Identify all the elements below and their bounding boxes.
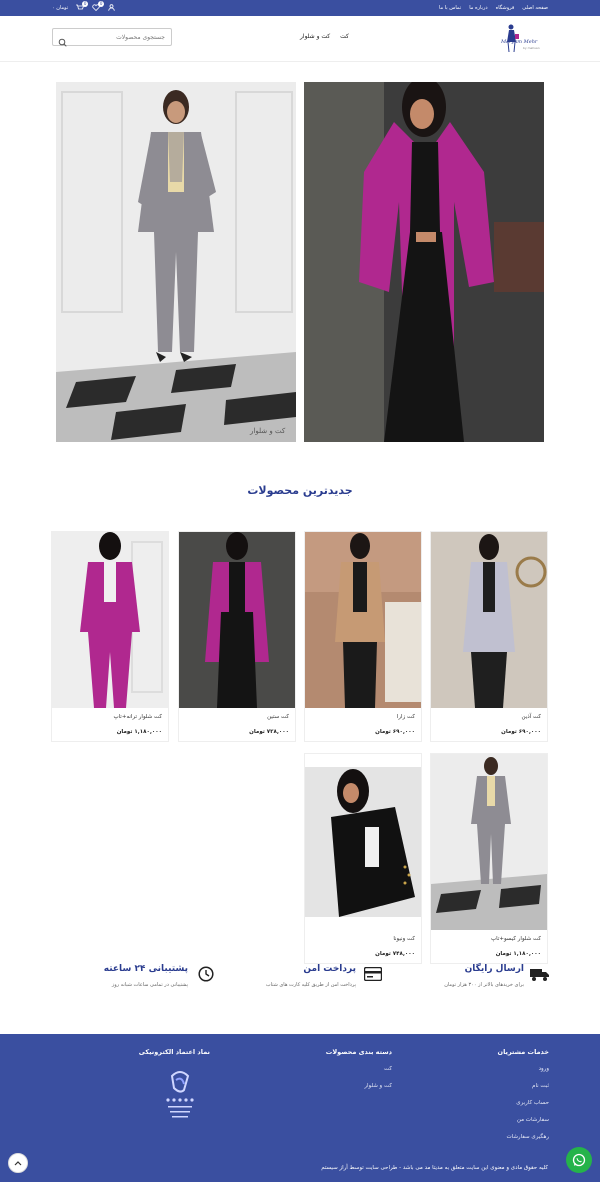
nav-coat[interactable]: کت bbox=[340, 33, 349, 40]
product-card[interactable]: کت آذین ۶۹۰,۰۰۰ تومان bbox=[430, 531, 548, 742]
feature-free-shipping: ارسال رایگان برای خریدهای بالاتر از ۳۰۰ … bbox=[380, 962, 550, 998]
product-name[interactable]: کت آذین bbox=[431, 708, 547, 726]
site-header: کت کت و شلوار Maryam Mehr by mahsan bbox=[0, 16, 600, 62]
logo-subtext: by mahsan bbox=[523, 46, 540, 50]
product-name[interactable]: کت ستین bbox=[179, 708, 295, 726]
feature-secure-payment: پرداخت امن پرداخت امن از طریق کلیه کارت … bbox=[212, 962, 383, 998]
product-price: ۷۲۸,۰۰۰ تومان bbox=[249, 729, 289, 735]
cart-amount[interactable]: ۰ تومان bbox=[52, 5, 68, 11]
footer-heading: خدمات مشتریان bbox=[497, 1048, 549, 1056]
banner-suit-image bbox=[56, 82, 296, 442]
search-icon[interactable] bbox=[58, 32, 67, 51]
product-price: ۱,۱۸۰,۰۰۰ تومان bbox=[116, 729, 162, 735]
feature-title: پشتیبانی ۲۴ ساعته bbox=[103, 964, 188, 974]
feature-title: پرداخت امن bbox=[303, 964, 356, 974]
product-card[interactable]: کت شلوار ترانه+تاپ ۱,۱۸۰,۰۰۰ تومان bbox=[51, 531, 169, 742]
clock-icon bbox=[198, 966, 214, 986]
banner-coat-image bbox=[304, 82, 544, 442]
product-price: ۶۹۰,۰۰۰ تومان bbox=[501, 729, 541, 735]
wishlist-count-badge: 0 bbox=[98, 0, 105, 7]
nav-suit[interactable]: کت و شلوار bbox=[300, 33, 330, 40]
feature-title: ارسال رایگان bbox=[464, 964, 524, 974]
footer-customer-services: خدمات مشتریان ورود ثبت نام حساب کاربری س… bbox=[498, 1048, 549, 1151]
product-price: ۱,۱۸۰,۰۰۰ تومان bbox=[495, 951, 541, 957]
footer-link-orders[interactable]: سفارشات من bbox=[498, 1117, 549, 1123]
product-card[interactable]: کت ستین ۷۲۸,۰۰۰ تومان bbox=[178, 531, 296, 742]
banner-suit-caption: کت و شلوار bbox=[250, 427, 286, 435]
product-image[interactable] bbox=[305, 532, 421, 708]
search-box[interactable] bbox=[52, 28, 172, 47]
topnav-shop[interactable]: فروشگاه bbox=[496, 5, 515, 11]
footer-link-suit[interactable]: کت و شلوار bbox=[326, 1083, 392, 1089]
site-footer: خدمات مشتریان ورود ثبت نام حساب کاربری س… bbox=[0, 1034, 600, 1182]
copyright-text: کلیه حقوق مادی و معنوی این سایت متعلق به… bbox=[321, 1165, 548, 1171]
product-name[interactable]: کت شلوار کیسو+تاپ bbox=[431, 930, 547, 948]
chevron-up-icon bbox=[14, 1161, 22, 1166]
footer-heading: نماد اعتماد الکترونیکی bbox=[138, 1048, 210, 1056]
footer-link-account[interactable]: حساب کاربری bbox=[498, 1100, 549, 1106]
cart-icon[interactable]: 0 bbox=[76, 0, 89, 13]
topnav-about[interactable]: درباره ما bbox=[469, 5, 487, 11]
product-image[interactable] bbox=[179, 532, 295, 708]
product-name[interactable]: کت شلوار ترانه+تاپ bbox=[52, 708, 168, 726]
product-name[interactable]: کت ونیونا bbox=[305, 930, 421, 948]
product-image[interactable] bbox=[52, 532, 168, 708]
scroll-top-button[interactable] bbox=[8, 1153, 28, 1173]
enamad-trust-badge[interactable] bbox=[160, 1066, 200, 1126]
footer-categories: دسته بندی محصولات کت کت و شلوار bbox=[326, 1048, 392, 1100]
heart-icon[interactable]: 0 bbox=[92, 0, 105, 13]
feature-desc: برای خریدهای بالاتر از ۳۰۰ هزار تومان bbox=[444, 982, 524, 988]
banner-coat[interactable] bbox=[304, 82, 544, 442]
product-price: ۶۹۰,۰۰۰ تومان bbox=[375, 729, 415, 735]
whatsapp-button[interactable] bbox=[566, 1147, 592, 1173]
main-nav: کت کت و شلوار bbox=[300, 33, 349, 40]
product-card[interactable]: کت ونیونا ۷۴۸,۰۰۰ تومان bbox=[304, 753, 422, 964]
footer-trust: نماد اعتماد الکترونیکی bbox=[139, 1048, 210, 1066]
truck-icon bbox=[530, 966, 550, 986]
product-card[interactable]: کت زارا ۶۹۰,۰۰۰ تومان bbox=[304, 531, 422, 742]
search-input[interactable] bbox=[70, 29, 165, 45]
user-icon[interactable] bbox=[108, 3, 115, 13]
whatsapp-icon bbox=[572, 1153, 586, 1167]
footer-link-coat[interactable]: کت bbox=[326, 1066, 392, 1072]
product-price: ۷۴۸,۰۰۰ تومان bbox=[375, 951, 415, 957]
footer-heading: دسته بندی محصولات bbox=[325, 1048, 392, 1056]
product-image[interactable] bbox=[431, 532, 547, 708]
top-bar: ۰ تومان 0 0 صفحه اصلی فروشگاه درباره ما … bbox=[0, 0, 600, 16]
feature-support: پشتیبانی ۲۴ ساعته پشتیبانی در تمامی ساعا… bbox=[44, 962, 214, 998]
banner-suit[interactable] bbox=[56, 82, 296, 442]
product-card[interactable]: کت شلوار کیسو+تاپ ۱,۱۸۰,۰۰۰ تومان bbox=[430, 753, 548, 964]
topnav-contact[interactable]: تماس با ما bbox=[439, 5, 461, 11]
site-logo[interactable]: Maryam Mehr by mahsan bbox=[501, 22, 549, 56]
cart-count-badge: 0 bbox=[82, 0, 89, 7]
feature-desc: پشتیبانی در تمامی ساعات شبانه روز bbox=[111, 982, 188, 988]
card-icon bbox=[363, 966, 383, 985]
footer-link-register[interactable]: ثبت نام bbox=[498, 1083, 549, 1089]
section-title: جدیدترین محصولات bbox=[247, 484, 353, 497]
logo-text: Maryam Mehr bbox=[501, 39, 538, 45]
feature-desc: پرداخت امن از طریق کلیه کارت های شتاب bbox=[265, 982, 356, 988]
product-name[interactable]: کت زارا bbox=[305, 708, 421, 726]
product-image[interactable] bbox=[305, 754, 421, 930]
product-image[interactable] bbox=[431, 754, 547, 930]
topnav-home[interactable]: صفحه اصلی bbox=[522, 5, 548, 11]
footer-link-tracking[interactable]: رهگیری سفارشات bbox=[498, 1134, 549, 1140]
footer-link-login[interactable]: ورود bbox=[498, 1066, 549, 1072]
